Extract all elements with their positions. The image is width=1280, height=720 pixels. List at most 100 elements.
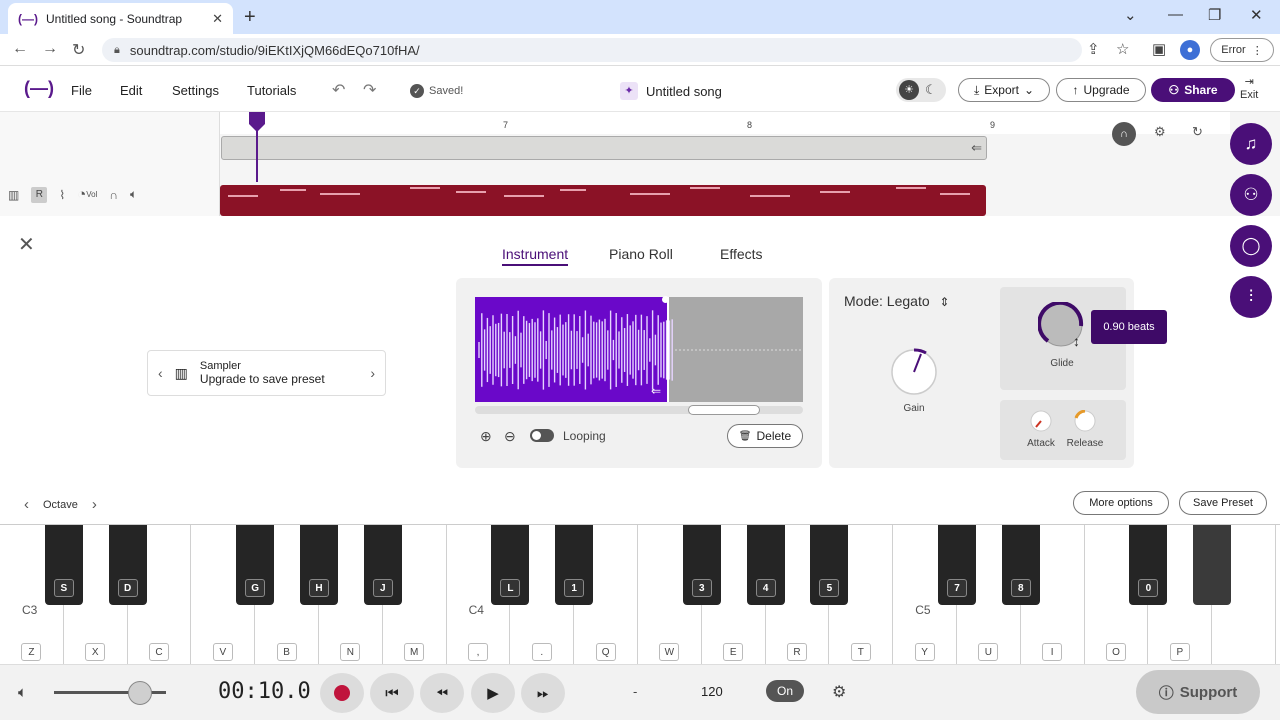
gain-knob[interactable] xyxy=(890,348,938,396)
piano-black-key[interactable]: G xyxy=(236,525,275,605)
sample-end-marker[interactable] xyxy=(667,297,669,402)
region-note xyxy=(410,187,440,189)
bookmark-star-icon[interactable]: ☆ xyxy=(1116,40,1129,58)
close-tab-icon[interactable]: ✕ xyxy=(212,11,223,27)
minimize-icon[interactable]: — xyxy=(1168,6,1183,23)
piano-black-key[interactable]: 0 xyxy=(1129,525,1168,605)
looping-toggle[interactable] xyxy=(530,429,554,442)
piano-black-key[interactable]: J xyxy=(363,525,402,605)
soundtrap-logo[interactable]: (—) xyxy=(24,78,54,99)
chevron-left-icon[interactable]: ‹ xyxy=(158,365,163,381)
song-title[interactable]: ✦ Untitled song xyxy=(620,82,722,100)
mixer-icon[interactable]: ⫶ xyxy=(1230,276,1272,318)
zoom-out-icon[interactable]: ⊖ xyxy=(504,428,516,445)
scrollbar-thumb[interactable] xyxy=(688,405,760,415)
redo-icon[interactable]: ↷ xyxy=(363,80,376,100)
release-knob[interactable] xyxy=(1074,410,1096,432)
volume-slider-knob[interactable] xyxy=(128,681,152,705)
browser-tab[interactable]: (—) Untitled song - Soundtrap ✕ xyxy=(8,3,233,34)
piano-black-key[interactable]: 8 xyxy=(1001,525,1040,605)
piano-black-key[interactable]: D xyxy=(108,525,147,605)
sample-end-handle[interactable] xyxy=(662,296,669,303)
track-region[interactable] xyxy=(220,185,986,216)
key-shortcut-label: T xyxy=(850,643,871,661)
piano-black-key[interactable]: 5 xyxy=(810,525,849,605)
waveform-graphic xyxy=(478,310,803,390)
share-page-icon[interactable]: ⇪ xyxy=(1087,40,1100,58)
reload-icon[interactable]: ↻ xyxy=(72,40,85,60)
piano-black-key[interactable]: 1 xyxy=(555,525,594,605)
profile-avatar[interactable]: ● xyxy=(1180,40,1200,60)
music-note-icon[interactable]: ♫ xyxy=(1230,123,1272,165)
mute-speaker-icon[interactable]: 🔈︎ xyxy=(130,187,137,202)
rewind-button[interactable]: ⏪︎ xyxy=(420,673,464,713)
exit-button[interactable]: ⇥ Exit xyxy=(1240,76,1258,102)
menu-file[interactable]: File xyxy=(71,83,92,98)
menu-edit[interactable]: Edit xyxy=(120,83,142,98)
share-button[interactable]: ⚇ Share xyxy=(1151,78,1235,102)
menu-settings[interactable]: Settings xyxy=(172,83,219,98)
timeline-ruler[interactable] xyxy=(220,112,1230,134)
loop-region-bar[interactable]: ⇐ xyxy=(221,136,987,160)
tempo-display[interactable]: 120 xyxy=(701,684,723,699)
chevron-right-icon[interactable]: › xyxy=(370,365,375,381)
piano-black-key[interactable]: 4 xyxy=(746,525,785,605)
speaker-icon[interactable]: 🔈︎ xyxy=(18,684,27,701)
headphone-monitor-icon[interactable]: ∩ xyxy=(1112,122,1136,146)
close-panel-icon[interactable]: ✕ xyxy=(18,232,35,257)
piano-black-key[interactable]: 7 xyxy=(938,525,976,605)
tab-effects[interactable]: Effects xyxy=(720,246,763,262)
record-icon xyxy=(334,685,350,701)
export-button[interactable]: ⤓ Export ⌄ xyxy=(958,78,1050,102)
settings-gear-icon[interactable]: ⚙ xyxy=(1154,124,1166,140)
back-icon[interactable]: ← xyxy=(12,40,28,58)
piano-black-key[interactable] xyxy=(1193,525,1232,605)
window-close-icon[interactable]: ✕ xyxy=(1250,6,1263,24)
url-field[interactable]: 🔒︎ soundtrap.com/studio/9iEKtIXjQM66dEQo… xyxy=(102,38,1082,62)
share-label: Share xyxy=(1184,83,1218,97)
go-to-start-button[interactable]: ⏮︎ xyxy=(370,673,414,713)
headphones-icon[interactable]: ∩ xyxy=(109,188,118,202)
region-note xyxy=(750,195,790,197)
play-button[interactable]: ▶ xyxy=(471,673,515,713)
more-options-button[interactable]: More options xyxy=(1073,491,1169,515)
zoom-in-icon[interactable]: ⊕ xyxy=(480,428,492,445)
collaborators-icon[interactable]: ⚇ xyxy=(1230,174,1272,216)
side-panel-icon[interactable]: ▣ xyxy=(1152,40,1166,58)
tab-piano-roll[interactable]: Piano Roll xyxy=(609,246,673,262)
piano-black-key[interactable]: S xyxy=(44,525,83,605)
fast-forward-button[interactable]: ⏩︎ xyxy=(521,673,565,713)
loop-start-icon[interactable]: ⇐ xyxy=(651,384,661,398)
attack-knob[interactable] xyxy=(1030,410,1052,432)
piano-black-key[interactable]: 3 xyxy=(682,525,721,605)
support-button[interactable]: ⓘ Support xyxy=(1136,670,1260,714)
save-preset-button[interactable]: Save Preset xyxy=(1179,491,1267,515)
delete-sample-button[interactable]: 🗑︎ Delete xyxy=(727,424,803,448)
key-display[interactable]: - xyxy=(633,684,637,699)
octave-up-icon[interactable]: › xyxy=(92,496,97,513)
loop-cycle-icon[interactable]: ↻ xyxy=(1192,124,1203,140)
octave-down-icon[interactable]: ‹ xyxy=(24,496,29,513)
chat-icon[interactable]: ◯ xyxy=(1230,225,1272,267)
new-tab-icon[interactable]: + xyxy=(244,6,256,29)
mode-selector[interactable]: Mode: Legato ⇕ xyxy=(844,293,950,309)
volume-knob[interactable]: ◔ xyxy=(77,186,86,203)
theme-toggle[interactable]: ☀ ☾ xyxy=(896,78,946,102)
record-button[interactable] xyxy=(320,673,364,713)
tab-instrument[interactable]: Instrument xyxy=(502,246,569,266)
undo-icon[interactable]: ↶ xyxy=(332,80,345,100)
piano-black-key[interactable]: H xyxy=(300,525,338,605)
preset-selector[interactable]: ‹ ▥ Sampler Upgrade to save preset › xyxy=(147,350,386,396)
upgrade-button[interactable]: ↑ Upgrade xyxy=(1056,78,1146,102)
forward-icon[interactable]: → xyxy=(42,40,58,58)
metronome-toggle[interactable]: On xyxy=(766,680,804,702)
error-button[interactable]: Error ⋮ xyxy=(1210,38,1274,62)
transport-settings-icon[interactable]: ⚙ xyxy=(832,682,846,702)
tab-search-icon[interactable]: ⌄ xyxy=(1124,6,1137,24)
restore-icon[interactable]: ❐ xyxy=(1208,6,1221,24)
key-shortcut-label: I xyxy=(1042,643,1063,661)
automation-icon[interactable]: ⌇ xyxy=(59,188,65,202)
record-arm-button[interactable]: R xyxy=(31,186,48,203)
menu-tutorials[interactable]: Tutorials xyxy=(247,83,296,98)
piano-black-key[interactable]: L xyxy=(491,525,530,605)
